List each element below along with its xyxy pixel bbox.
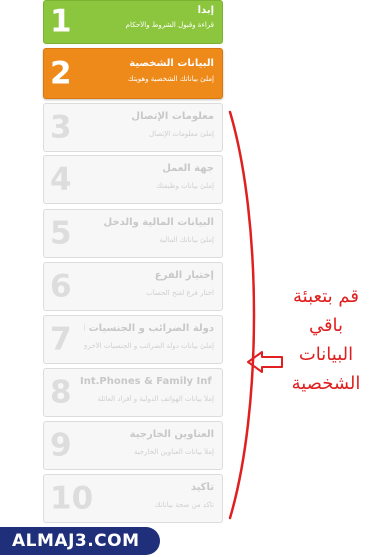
annotation-line: الشخصية: [291, 373, 361, 394]
annotation-text: قم بتعبئة باقي البيانات الشخصية: [280, 282, 372, 398]
annotation-line: قم بتعبئة: [293, 286, 359, 307]
watermark-logo: ALMAJ3.COM: [0, 527, 160, 555]
annotation-line: باقي: [308, 315, 344, 336]
red-bracket-curve: [228, 110, 256, 520]
annotation-overlay: [228, 110, 283, 520]
annotation-line: البيانات: [298, 344, 354, 365]
